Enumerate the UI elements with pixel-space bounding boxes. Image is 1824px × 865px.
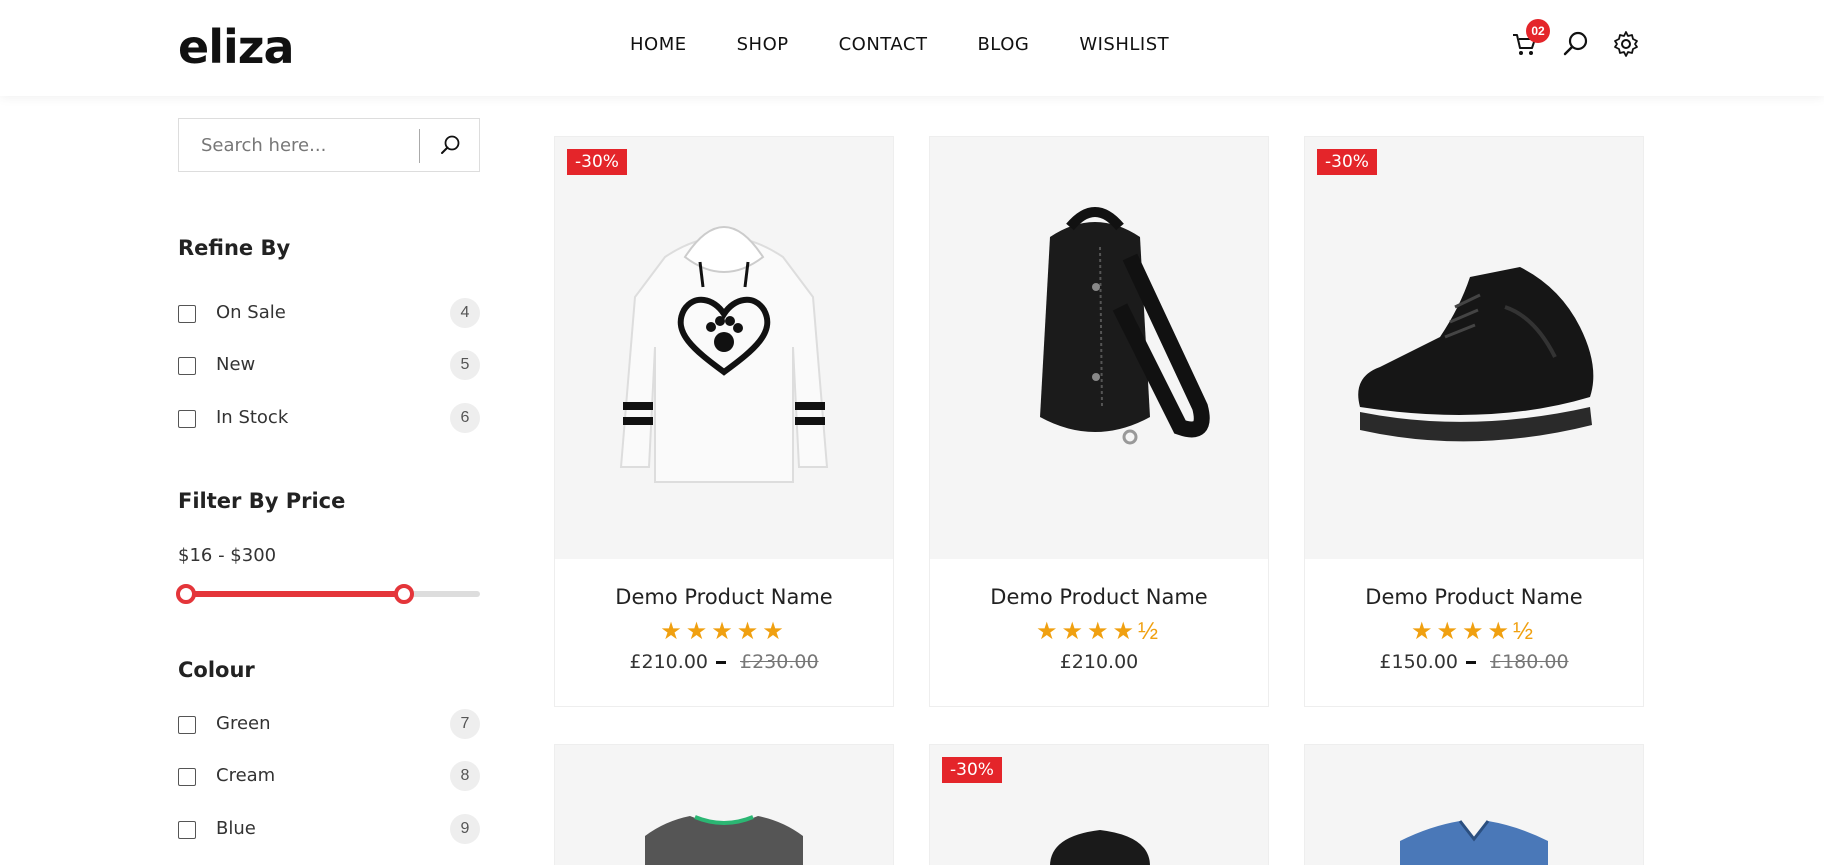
main-nav: HOME SHOP CONTACT BLOG WISHLIST [630,34,1169,55]
shirt-image [1400,820,1548,865]
filter-label: Blue [216,818,256,839]
sneaker-image [1358,267,1594,442]
price-slider-fill [186,591,404,597]
filter-in-stock[interactable]: In Stock 6 [178,403,480,435]
filter-label: In Stock [216,407,289,428]
cart-count-badge: 02 [1526,19,1550,43]
price-separator [1466,661,1476,664]
search-box [178,118,480,172]
count-badge: 8 [450,761,480,791]
product-image[interactable] [555,745,893,865]
search-icon [441,135,460,154]
checkbox[interactable] [178,716,196,734]
colour-title: Colour [178,658,255,682]
product-image[interactable]: -30% [1305,137,1643,559]
old-price: £230.00 [740,651,819,673]
search-divider [419,129,420,163]
search-input[interactable] [179,119,419,171]
product-image[interactable] [1305,745,1643,865]
tshirt-image [645,815,803,865]
count-badge: 9 [450,814,480,844]
price-filter-title: Filter By Price [178,489,346,513]
checkbox[interactable] [178,357,196,375]
nav-blog[interactable]: BLOG [977,34,1029,55]
search-icon[interactable] [1562,30,1592,60]
nav-wishlist[interactable]: WISHLIST [1079,34,1169,55]
count-badge: 4 [450,298,480,328]
checkbox[interactable] [178,410,196,428]
product-name[interactable]: Demo Product Name [1305,585,1643,609]
gear-icon[interactable] [1612,30,1642,60]
nav-contact[interactable]: CONTACT [839,34,928,55]
price-separator [716,661,726,664]
product-image[interactable] [930,137,1268,559]
product-card[interactable]: -30% Demo Product Name ★★★★★ £210.00 £230… [554,136,894,707]
rating-stars: ★★★★★ [660,618,788,645]
rating-stars: ★★★★½ [1035,618,1163,645]
filter-label: On Sale [216,302,286,323]
filter-label: Green [216,713,271,734]
filter-label: Cream [216,765,276,786]
filter-blue[interactable]: Blue 9 [178,814,480,846]
product-image[interactable]: -30% [555,137,893,559]
price: £150.00 [1379,651,1458,673]
product-image[interactable]: -30% [930,745,1268,865]
rating-stars: ★★★★½ [1410,618,1538,645]
price-range-text: $16 - $300 [178,545,277,566]
checkbox[interactable] [178,768,196,786]
product-card[interactable] [1304,744,1644,865]
filter-green[interactable]: Green 7 [178,709,480,741]
nav-home[interactable]: HOME [630,34,687,55]
product-card[interactable]: -30% Demo Product Name ★★★★½ £150.00 £180… [1304,136,1644,707]
product-card[interactable]: Demo Product Name ★★★★½ £210.00 [929,136,1269,707]
checkbox[interactable] [178,305,196,323]
filter-label: New [216,354,256,375]
hoodie-image [619,226,829,483]
filter-on-sale[interactable]: On Sale 4 [178,298,480,330]
product-card[interactable]: -30% [929,744,1269,865]
filter-new[interactable]: New 5 [178,350,480,382]
sale-badge: -30% [1317,149,1377,175]
price-row: £150.00 £180.00 [1305,651,1643,673]
count-badge: 5 [450,350,480,380]
sale-badge: -30% [942,757,1002,783]
product-card[interactable] [554,744,894,865]
backpack-image [1040,207,1210,445]
count-badge: 7 [450,709,480,739]
site-header: eliza HOME SHOP CONTACT BLOG WISHLIST 02 [0,0,1824,96]
refine-title: Refine By [178,236,291,260]
nav-shop[interactable]: SHOP [737,34,789,55]
price: £210.00 [1059,651,1139,673]
sale-badge: -30% [567,149,627,175]
price-slider-min-handle[interactable] [176,584,196,604]
old-price: £180.00 [1490,651,1569,673]
product-name[interactable]: Demo Product Name [555,585,893,609]
price: £210.00 [629,651,708,673]
filter-cream[interactable]: Cream 8 [178,761,480,793]
checkbox[interactable] [178,821,196,839]
count-badge: 6 [450,403,480,433]
price-row: £210.00 [930,651,1268,673]
product-name[interactable]: Demo Product Name [930,585,1268,609]
price-slider-max-handle[interactable] [393,584,414,604]
logo[interactable]: eliza [178,20,295,74]
search-button[interactable] [421,119,479,171]
price-slider[interactable] [176,584,480,604]
price-row: £210.00 £230.00 [555,651,893,673]
